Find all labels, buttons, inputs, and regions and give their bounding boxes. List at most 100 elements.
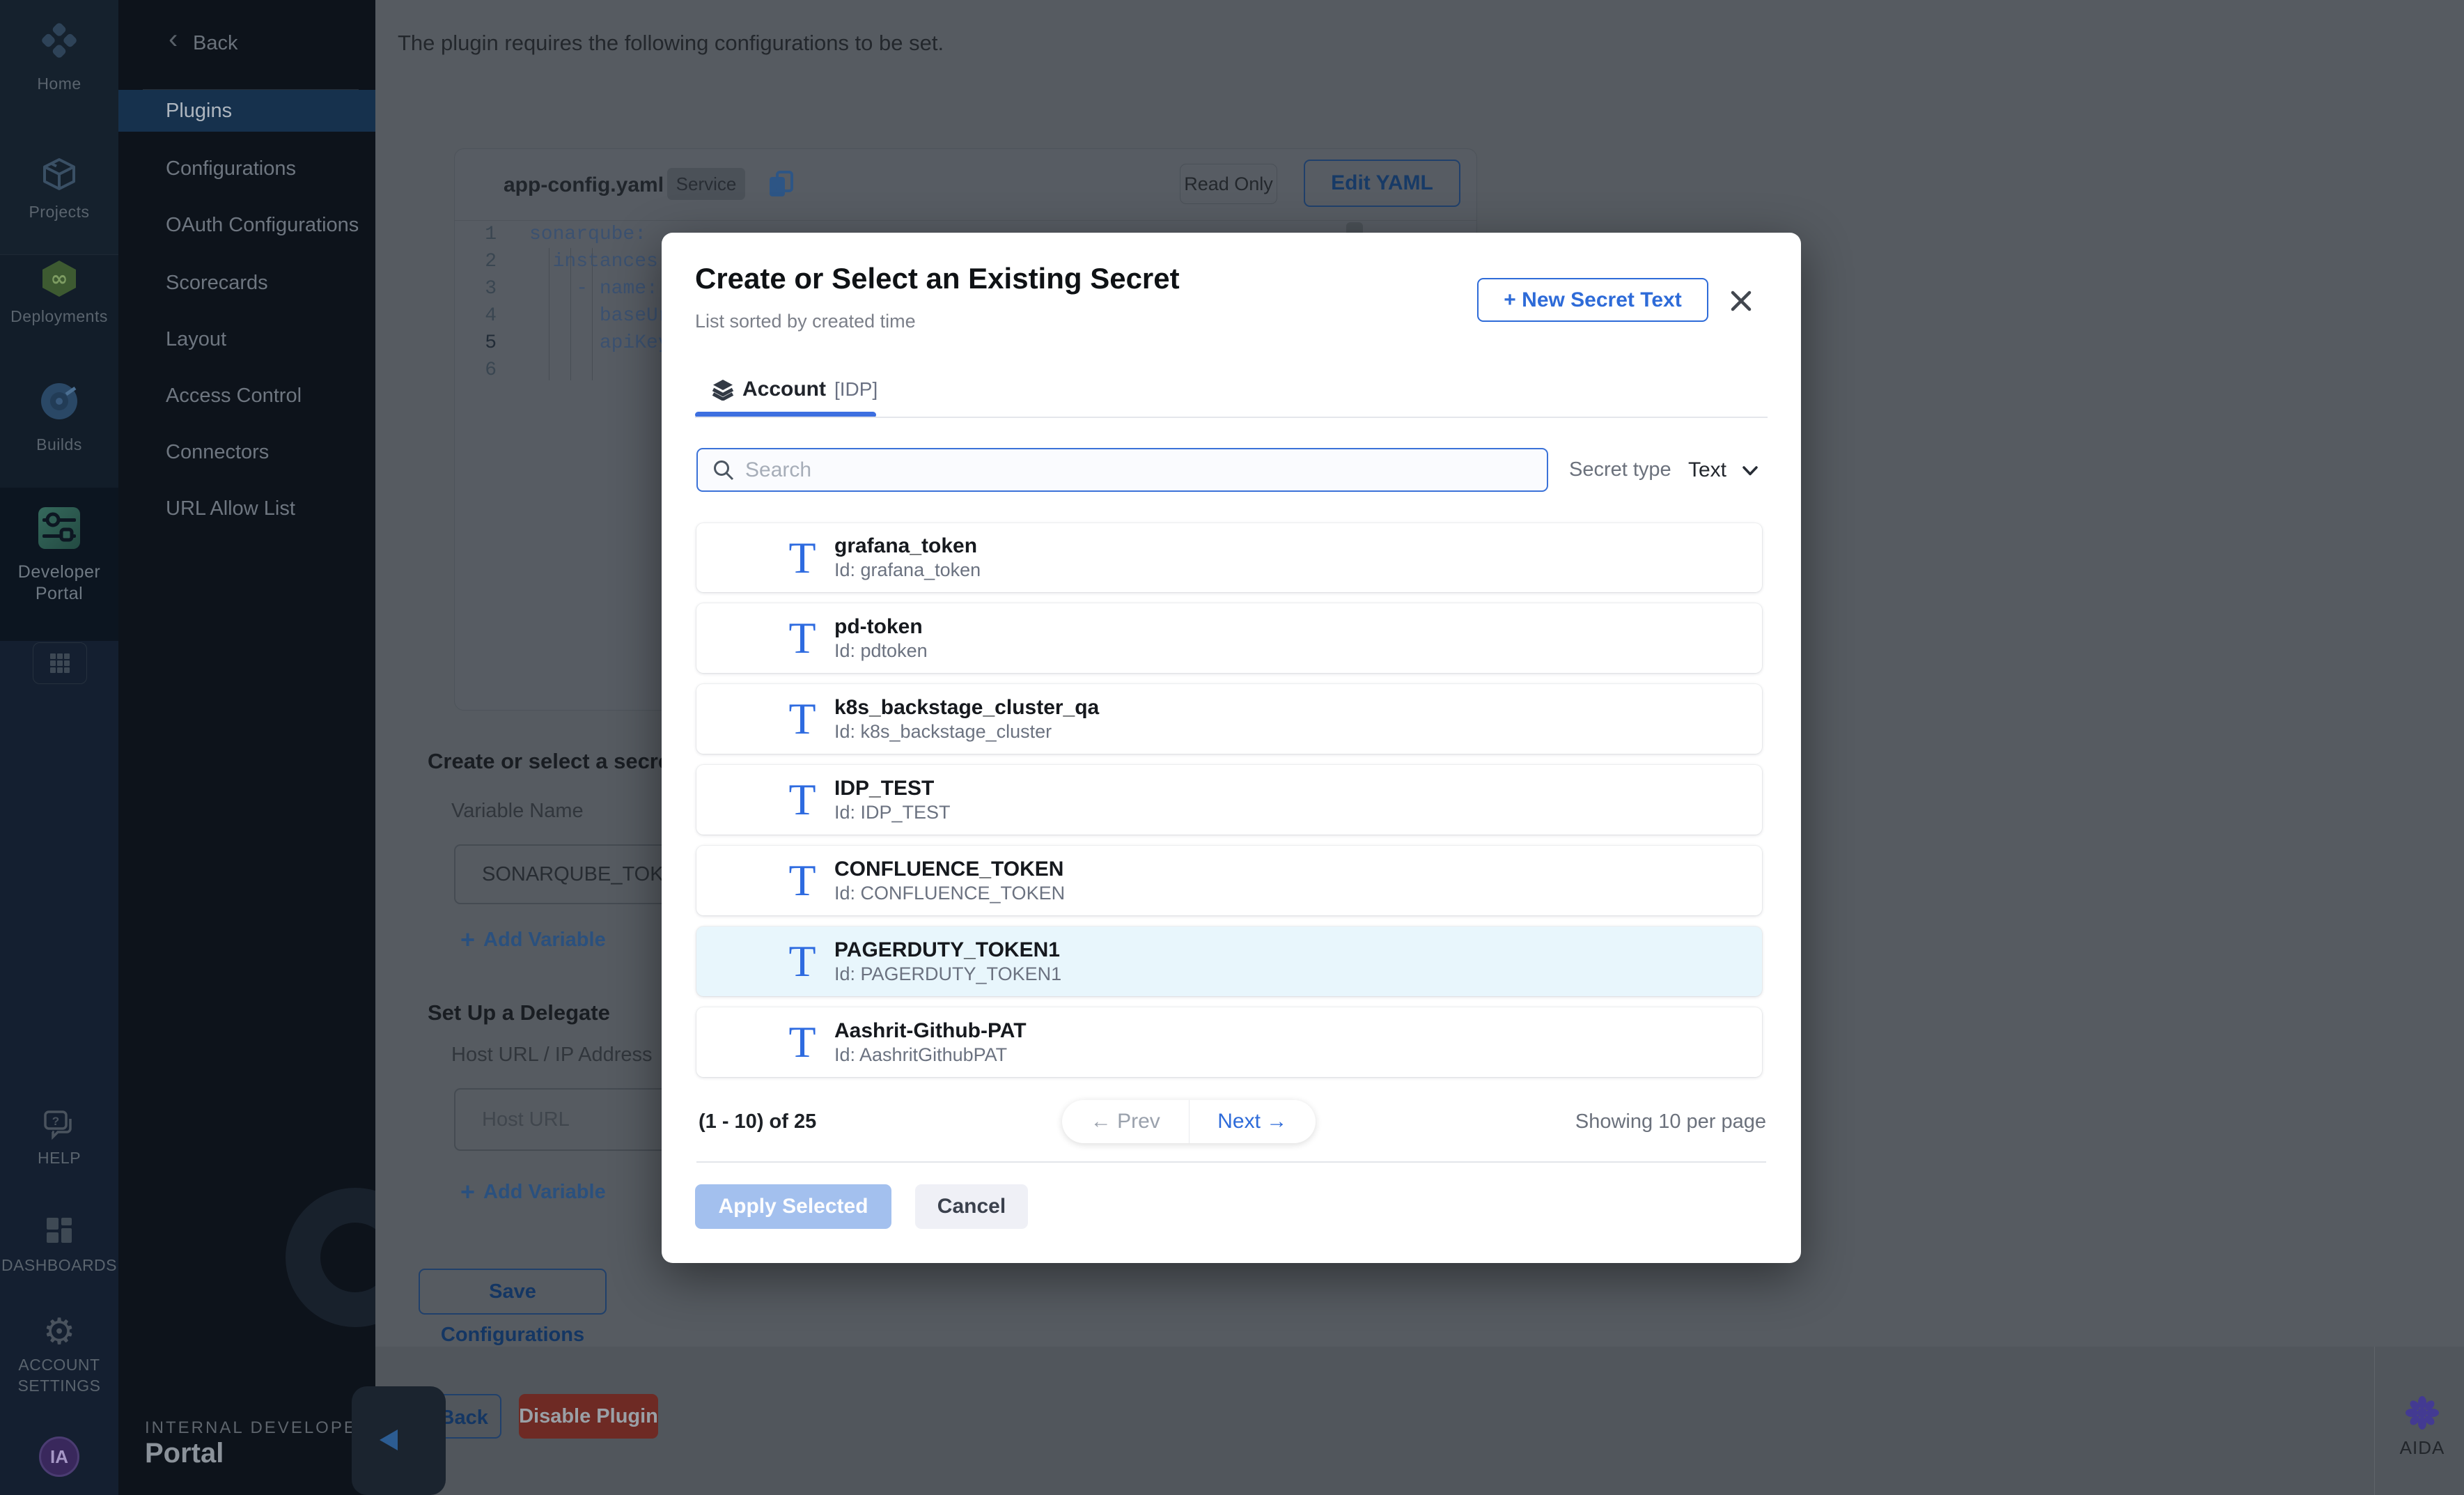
nav-developer-portal[interactable]: Developer Portal [0, 561, 118, 605]
prev-page-button[interactable]: ← Prev [1062, 1100, 1189, 1143]
help-icon[interactable]: ? [0, 1109, 118, 1145]
close-icon[interactable] [1726, 286, 1756, 316]
aida-flower-icon [2404, 1395, 2440, 1431]
brand-line-bottom: Portal [145, 1438, 224, 1469]
sidebar-back-button[interactable]: Back [193, 32, 237, 55]
secret-id: Id: AashritGithubPAT [834, 1044, 1027, 1067]
per-page-text: Showing 10 per page [1575, 1100, 1766, 1143]
gear-icon[interactable]: ⚙ [0, 1312, 118, 1351]
brand-logo-corner [352, 1386, 446, 1495]
add-variable-link[interactable]: +Add Variable [460, 1177, 606, 1207]
indent-guide [570, 248, 571, 380]
nav-dashboards[interactable]: DASHBOARDS [0, 1255, 118, 1275]
deployments-icon[interactable]: ∞ [0, 259, 118, 302]
grid-icon [49, 652, 71, 674]
copy-icon[interactable] [765, 169, 796, 199]
line-number: 4 [455, 302, 516, 330]
plus-icon: + [460, 925, 475, 954]
plugin-sidebar: ‹ Back Plugins Configurations OAuth Conf… [118, 0, 375, 1495]
module-switcher-button[interactable] [33, 642, 87, 684]
aida-widget[interactable]: AIDA [2398, 1395, 2447, 1459]
text-secret-icon: T [787, 939, 818, 984]
nav-developer-portal-line2: Portal [0, 583, 118, 605]
nav-home[interactable]: Home [0, 74, 118, 93]
sidebar-item-layout[interactable]: Layout [118, 318, 375, 360]
secret-name: grafana_token [834, 534, 981, 559]
secret-id: Id: CONFLUENCE_TOKEN [834, 882, 1065, 905]
nav-projects[interactable]: Projects [0, 202, 118, 222]
list-item-aashrit-github-pat[interactable]: T Aashrit-Github-PATId: AashritGithubPAT [696, 1007, 1762, 1077]
sidebar-item-configurations[interactable]: Configurations [118, 148, 375, 189]
text-secret-icon: T [787, 536, 818, 580]
select-secret-modal: Create or Select an Existing Secret List… [662, 233, 1801, 1263]
list-item-idp-test[interactable]: T IDP_TESTId: IDP_TEST [696, 765, 1762, 835]
nav-account-settings[interactable]: ACCOUNT SETTINGS [0, 1354, 118, 1396]
line-number: 1 [455, 221, 516, 248]
secret-name: IDP_TEST [834, 776, 951, 801]
prev-label: Prev [1117, 1110, 1160, 1133]
projects-icon[interactable] [0, 156, 118, 196]
sidebar-item-scorecards[interactable]: Scorecards [118, 262, 375, 304]
add-variable-link[interactable]: +Add Variable [460, 925, 606, 954]
nav-deployments[interactable]: Deployments [0, 307, 118, 326]
apply-selected-button[interactable]: Apply Selected [695, 1184, 891, 1229]
line-number-current: 5 [455, 330, 516, 357]
developer-portal-icon[interactable] [0, 507, 118, 552]
secret-name: CONFLUENCE_TOKEN [834, 857, 1065, 882]
sidebar-item-access-control[interactable]: Access Control [118, 375, 375, 417]
secret-id: Id: PAGERDUTY_TOKEN1 [834, 963, 1061, 986]
sidebar-item-oauth-configurations[interactable]: OAuth Configurations [118, 204, 375, 246]
pagination-control: ← Prev Next → [1062, 1100, 1316, 1143]
list-item-pagerduty-token1-selected[interactable]: T PAGERDUTY_TOKEN1Id: PAGERDUTY_TOKEN1 [696, 927, 1762, 996]
secret-name: k8s_backstage_cluster_qa [834, 695, 1099, 720]
text-secret-icon: T [787, 858, 818, 903]
indent-guide [592, 248, 593, 380]
sidebar-item-plugins[interactable]: Plugins [118, 90, 375, 132]
secret-type-label: Secret type [1569, 448, 1671, 492]
code-text [516, 357, 529, 384]
svg-text:∞: ∞ [51, 267, 68, 291]
next-page-button[interactable]: Next → [1189, 1100, 1316, 1143]
chevron-left-icon: ‹ [169, 25, 178, 53]
modal-footer-divider [696, 1161, 1766, 1163]
layers-icon [712, 378, 734, 401]
modal-subtitle: List sorted by created time [695, 311, 916, 332]
tab-account[interactable]: Account [IDP] [712, 374, 878, 405]
edit-yaml-button[interactable]: Edit YAML [1304, 160, 1460, 207]
variable-name-label: Variable Name [451, 800, 584, 823]
app-screen: Home Projects ∞ Deployments Builds Devel… [0, 0, 2464, 1495]
file-name: app-config.yaml [504, 164, 664, 206]
variable-name-value: SONARQUBE_TOKEN [482, 863, 692, 886]
secret-type-dropdown[interactable]: Text [1688, 448, 1726, 492]
chevron-down-icon[interactable] [1740, 460, 1761, 485]
home-icon[interactable] [0, 22, 118, 62]
module-rail: Home Projects ∞ Deployments Builds Devel… [0, 0, 118, 1495]
line-number: 2 [455, 248, 516, 275]
search-input[interactable] [696, 448, 1548, 492]
nav-help[interactable]: HELP [0, 1148, 118, 1168]
arrow-right-icon: → [1266, 1110, 1287, 1133]
read-only-button[interactable]: Read Only [1180, 164, 1277, 204]
user-avatar[interactable]: IA [39, 1436, 79, 1477]
code-text: instances [516, 248, 658, 275]
host-url-placeholder: Host URL [482, 1108, 570, 1131]
code-text: sonarqube: [516, 221, 646, 248]
aida-label: AIDA [2398, 1437, 2447, 1459]
list-item-k8s-backstage-cluster-qa[interactable]: T k8s_backstage_cluster_qaId: k8s_backst… [696, 684, 1762, 754]
nav-builds[interactable]: Builds [0, 435, 118, 454]
list-item-confluence-token[interactable]: T CONFLUENCE_TOKENId: CONFLUENCE_TOKEN [696, 846, 1762, 915]
save-configurations-button[interactable]: Save Configurations [419, 1269, 607, 1315]
sidebar-item-url-allow-list[interactable]: URL Allow List [118, 488, 375, 529]
pagination-range: (1 - 10) of 25 [699, 1100, 816, 1143]
cancel-button[interactable]: Cancel [915, 1184, 1028, 1229]
new-secret-text-button[interactable]: + New Secret Text [1477, 278, 1708, 322]
dashboards-icon[interactable] [0, 1215, 118, 1249]
text-secret-icon: T [787, 777, 818, 822]
builds-icon[interactable] [0, 382, 118, 424]
sidebar-item-connectors[interactable]: Connectors [118, 431, 375, 473]
list-item-pd-token[interactable]: T pd-tokenId: pdtoken [696, 603, 1762, 673]
list-item-grafana-token[interactable]: T grafana_tokenId: grafana_token [696, 523, 1762, 592]
svg-text:?: ? [52, 1115, 59, 1128]
disable-plugin-button[interactable]: Disable Plugin [519, 1394, 658, 1439]
nav-developer-portal-line1: Developer [0, 561, 118, 583]
